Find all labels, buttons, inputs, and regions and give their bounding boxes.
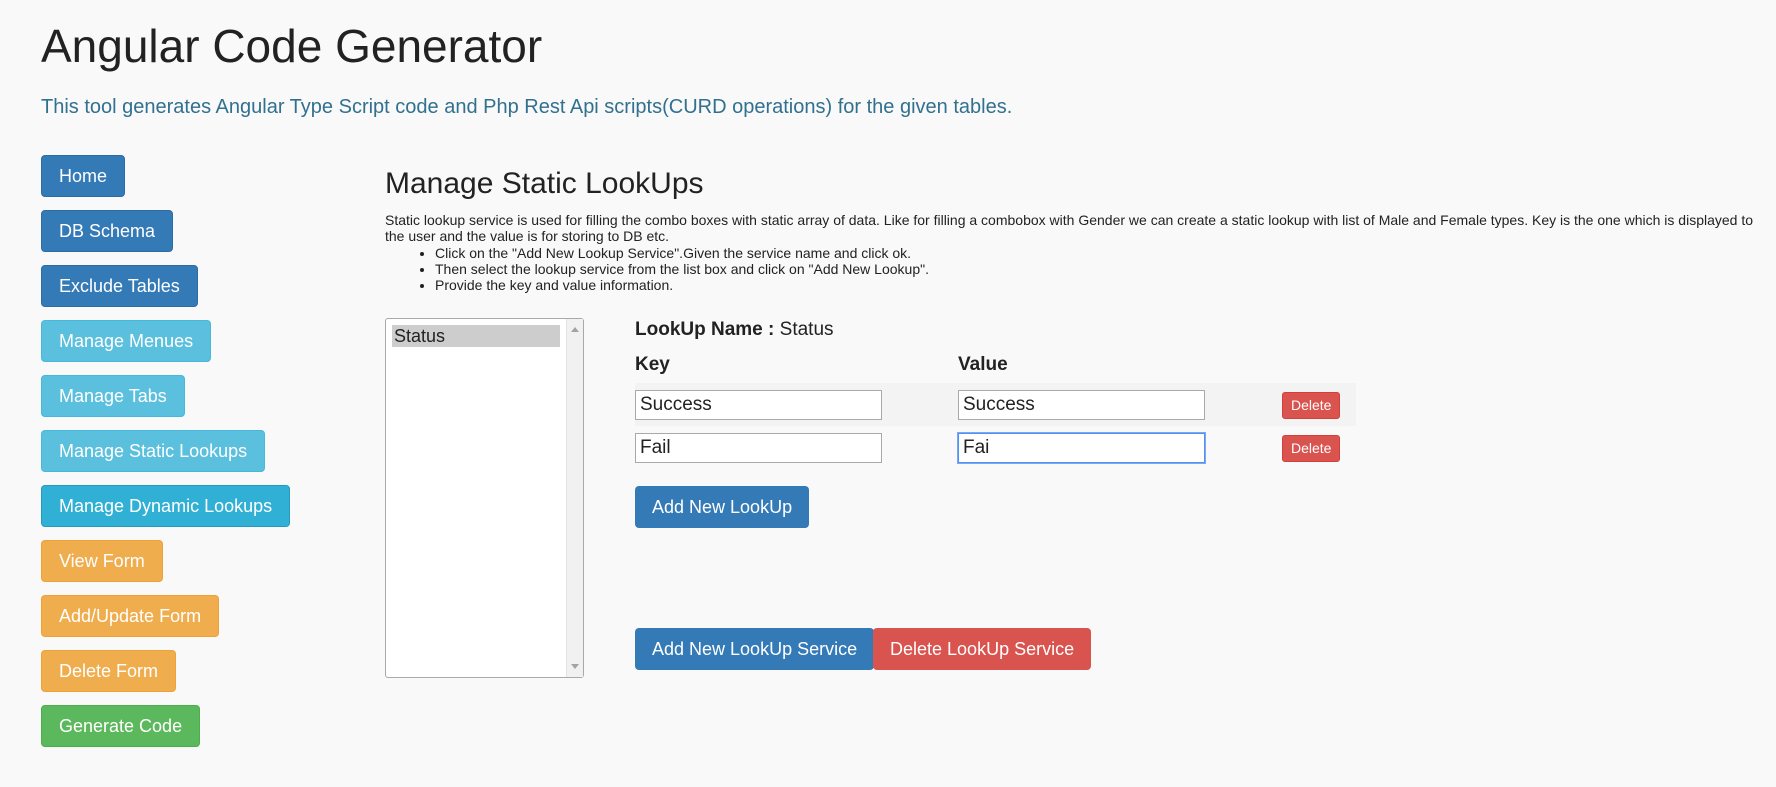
value-input[interactable] — [958, 433, 1205, 463]
nav-manage-menues-button[interactable]: Manage Menues — [41, 320, 212, 362]
key-input[interactable] — [635, 390, 882, 420]
column-header-key: Key — [635, 354, 670, 375]
add-new-lookup-button[interactable]: Add New LookUp — [635, 486, 810, 528]
app-title: Angular Code Generator — [41, 20, 543, 72]
add-lookup-service-button[interactable]: Add New LookUp Service — [635, 628, 875, 670]
listbox-item-status[interactable]: Status — [392, 325, 560, 347]
lookup-name: LookUp Name : Status — [635, 318, 834, 342]
app-description: This tool generates Angular Type Script … — [41, 96, 1013, 118]
nav-exclude-tables-button[interactable]: Exclude Tables — [41, 265, 198, 307]
instruction-item: Click on the "Add New Lookup Service".Gi… — [435, 245, 929, 261]
nav-generate-code-button[interactable]: Generate Code — [41, 705, 201, 747]
intro-text: Static lookup service is used for fillin… — [385, 212, 1754, 244]
column-header-value: Value — [958, 354, 1008, 375]
key-input[interactable] — [635, 433, 882, 463]
nav-view-form-button[interactable]: View Form — [41, 540, 163, 582]
instruction-item: Then select the lookup service from the … — [435, 261, 929, 277]
instruction-item: Provide the key and value information. — [435, 277, 929, 293]
nav-home-button[interactable]: Home — [41, 155, 126, 197]
nav-delete-form-button[interactable]: Delete Form — [41, 650, 177, 692]
nav-manage-static-lookups-button[interactable]: Manage Static Lookups — [41, 430, 266, 472]
value-input[interactable] — [958, 390, 1205, 420]
lookup-services-listbox[interactable]: Status — [385, 318, 584, 678]
scroll-down-arrow-icon[interactable] — [571, 664, 579, 669]
instructions-list: Click on the "Add New Lookup Service".Gi… — [385, 245, 929, 293]
nav-manage-dynamic-lookups-button[interactable]: Manage Dynamic Lookups — [41, 485, 291, 527]
lookup-table-header: Key Value — [635, 353, 1356, 387]
table-row: Delete — [635, 426, 1356, 469]
lookup-name-value: Status — [779, 319, 834, 340]
lookup-name-label: LookUp Name : — [635, 319, 775, 340]
delete-row-button[interactable]: Delete — [1282, 435, 1341, 462]
nav-db-schema-button[interactable]: DB Schema — [41, 210, 174, 252]
scroll-up-arrow-icon[interactable] — [571, 327, 579, 332]
delete-row-button[interactable]: Delete — [1282, 392, 1341, 419]
nav-add-update-form-button[interactable]: Add/Update Form — [41, 595, 220, 637]
table-row: Delete — [635, 383, 1356, 426]
page-title: Manage Static LookUps — [385, 167, 704, 200]
nav-manage-tabs-button[interactable]: Manage Tabs — [41, 375, 185, 417]
delete-lookup-service-button[interactable]: Delete LookUp Service — [873, 628, 1092, 670]
listbox-scrollbar[interactable] — [566, 319, 583, 677]
